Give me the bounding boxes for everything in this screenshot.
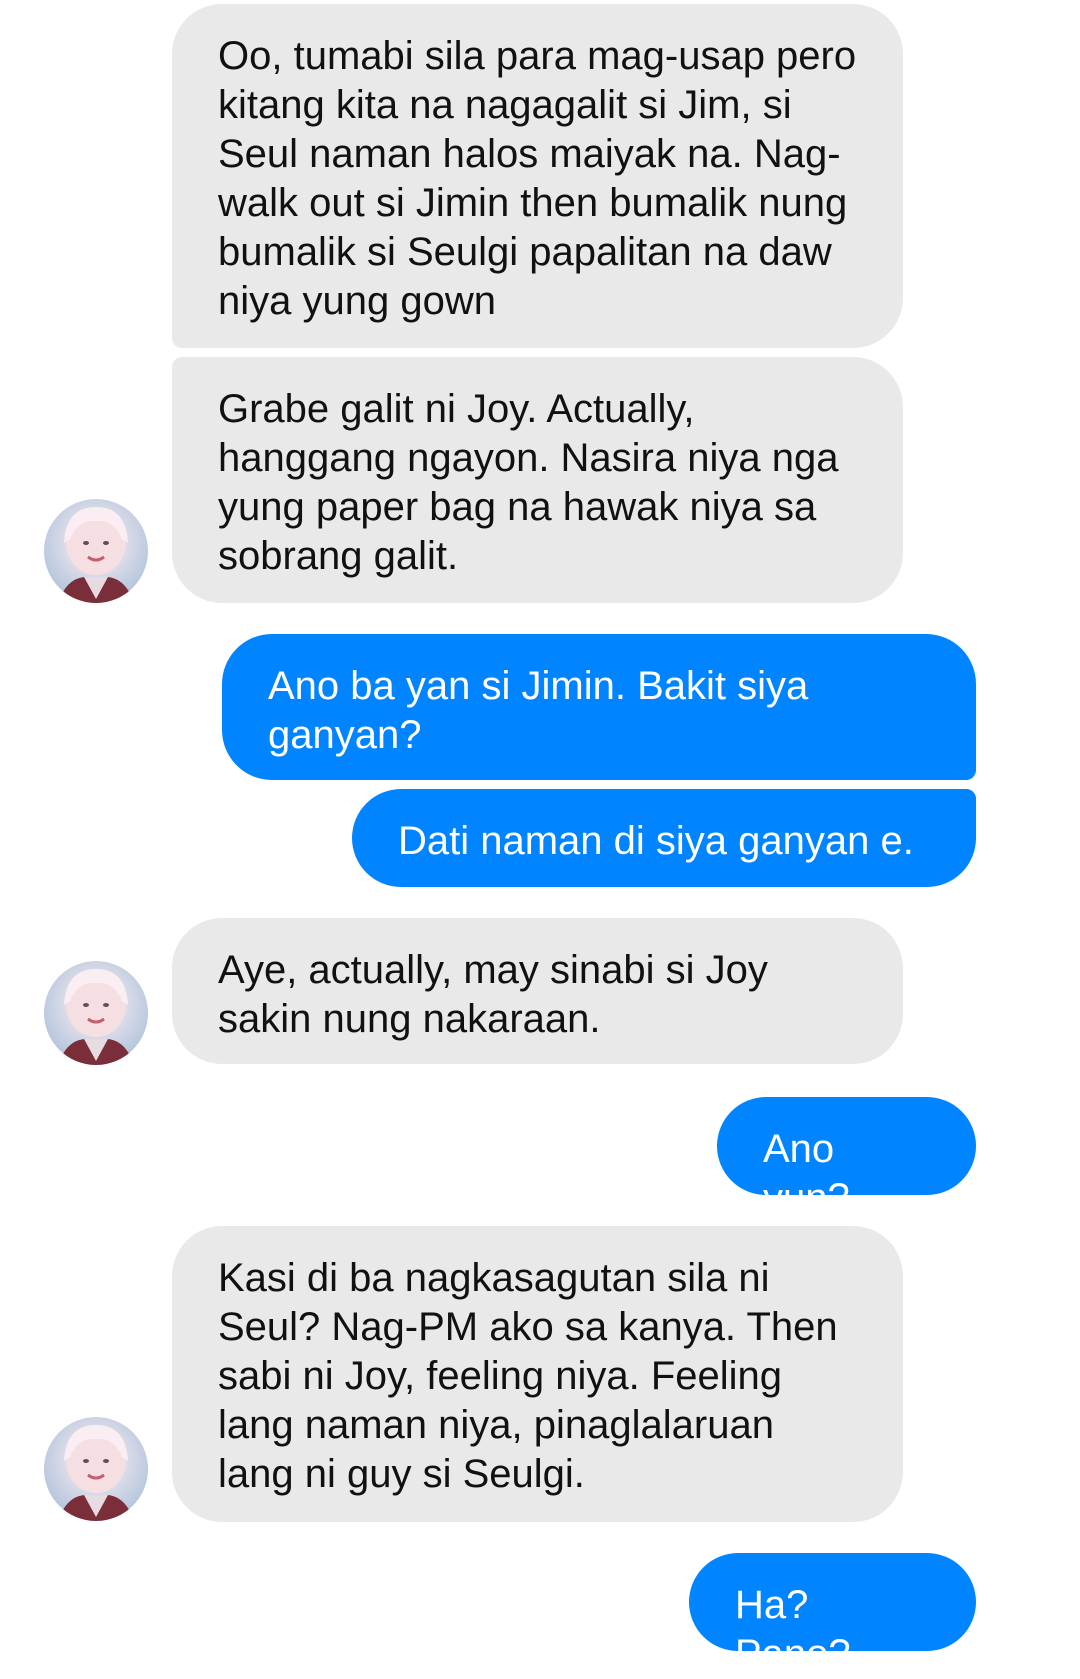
contact-avatar[interactable] (44, 499, 148, 603)
avatar-photo-icon (58, 1425, 134, 1521)
contact-avatar[interactable] (44, 961, 148, 1065)
message-text: Oo, tumabi sila para mag-usap pero kitan… (218, 34, 857, 323)
incoming-message-bubble[interactable]: Oo, tumabi sila para mag-usap pero kitan… (172, 4, 903, 348)
incoming-message-bubble[interactable]: Grabe galit ni Joy. Actually, hanggang n… (172, 357, 903, 603)
message-text: Ha? Pano? (735, 1583, 851, 1676)
contact-avatar[interactable] (44, 1417, 148, 1521)
incoming-message-bubble[interactable]: Aye, actually, may sinabi si Joy sakin n… (172, 918, 903, 1064)
message-text: Aye, actually, may sinabi si Joy sakin n… (218, 948, 768, 1041)
avatar-photo-icon (58, 507, 134, 603)
outgoing-message-bubble[interactable]: Dati naman di siya ganyan e. (352, 789, 976, 887)
incoming-message-bubble[interactable]: Kasi di ba nagkasagutan sila ni Seul? Na… (172, 1226, 903, 1522)
outgoing-message-bubble[interactable]: Ano yun? (717, 1097, 976, 1220)
message-text: Ano ba yan si Jimin. Bakit siya ganyan? (268, 664, 809, 757)
message-text: Ano yun? (763, 1127, 850, 1220)
message-text: Grabe galit ni Joy. Actually, hanggang n… (218, 387, 839, 578)
outgoing-message-bubble[interactable]: Ha? Pano? (689, 1553, 976, 1676)
message-text: Kasi di ba nagkasagutan sila ni Seul? Na… (218, 1256, 838, 1496)
message-text: Dati naman di siya ganyan e. (398, 819, 914, 863)
outgoing-message-bubble[interactable]: Ano ba yan si Jimin. Bakit siya ganyan? (222, 634, 976, 780)
avatar-photo-icon (58, 969, 134, 1065)
